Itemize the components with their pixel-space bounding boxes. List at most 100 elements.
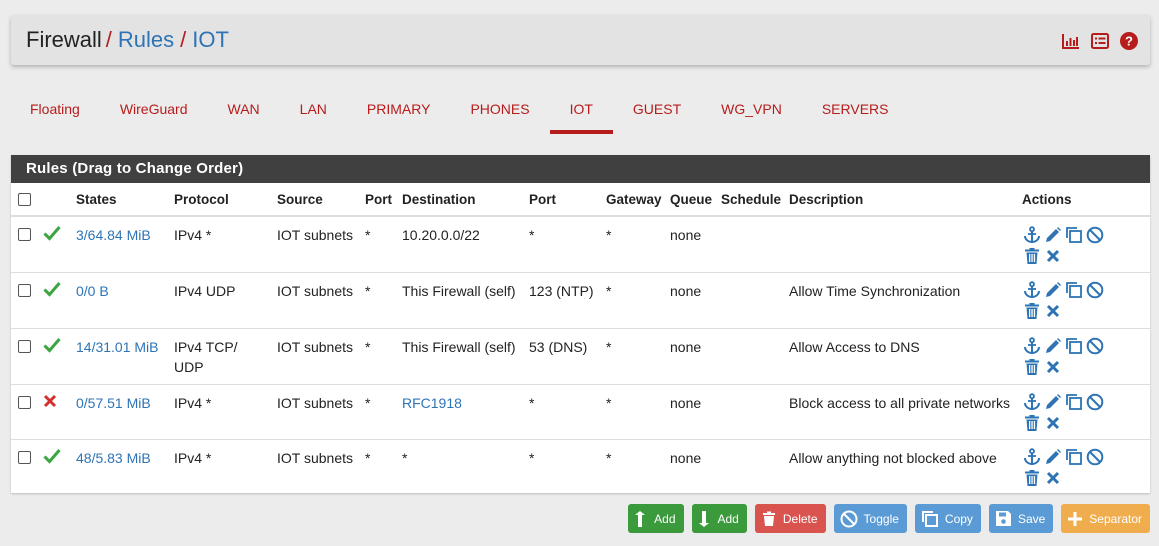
rule-states[interactable]: 3/64.84 MiB [76,227,151,243]
rule-states[interactable]: 14/31.01 MiB [76,339,159,355]
kill-states-x-icon[interactable] [1043,302,1062,321]
rule-actions [1022,337,1122,377]
edit-pencil-icon[interactable] [1043,337,1062,356]
anchor-icon[interactable] [1022,281,1041,300]
edit-pencil-icon[interactable] [1043,448,1062,467]
rule-checkbox[interactable] [18,450,31,464]
arrow-up-icon [635,510,646,527]
copy-icon[interactable] [1064,281,1083,300]
save-button[interactable]: Save [988,504,1054,533]
rule-source: IOT subnets [273,438,361,495]
copy-button[interactable]: Copy [914,504,981,533]
rule-description: Allow anything not blocked above [785,438,1019,495]
anchor-icon[interactable] [1022,393,1041,412]
tab-lan[interactable]: LAN [280,92,347,134]
rule-states[interactable]: 0/57.51 MiB [76,395,151,411]
disable-ban-icon[interactable] [1085,393,1104,412]
breadcrumb-iot[interactable]: IOT [192,27,229,53]
anchor-icon[interactable] [1022,448,1041,467]
rule-protocol: IPv4 * [170,438,273,495]
block-x-icon[interactable] [43,394,57,411]
ban-icon [840,510,858,527]
anchor-icon[interactable] [1022,337,1041,356]
rule-protocol: IPv4 * [170,383,273,439]
pass-check-icon[interactable] [43,337,61,356]
rule-states[interactable]: 48/5.83 MiB [76,450,151,466]
tab-iot[interactable]: IOT [549,92,614,134]
chart-icon[interactable] [1061,31,1080,50]
tab-wan[interactable]: WAN [208,92,280,134]
breadcrumb-firewall: Firewall [26,27,102,52]
rule-checkbox[interactable] [18,339,31,353]
rule-row[interactable]: 3/64.84 MiB IPv4 * IOT subnets * 10.20.0.0/2… [11,216,1150,272]
tab-floating[interactable]: Floating [10,92,100,134]
tab-wg-vpn[interactable]: WG_VPN [701,92,802,134]
interface-tabs: Floating WireGuard WAN LAN PRIMARY PHONE… [10,92,909,134]
pass-check-icon[interactable] [43,226,61,244]
breadcrumb-rules[interactable]: Rules [118,27,174,53]
delete-label: Delete [782,511,818,526]
col-protocol: Protocol [170,183,273,217]
copy-label: Copy [944,511,973,526]
button-bar: Add Add Delete Toggle Copy Save Separato… [628,504,1150,533]
rule-schedule [717,383,786,439]
delete-trash-icon[interactable] [1022,302,1041,321]
copy-icon[interactable] [1064,337,1083,356]
copy-icon[interactable] [1064,225,1083,244]
rule-row[interactable]: 0/57.51 MiB IPv4 * IOT subnets * RFC1918 * * no… [11,383,1150,439]
rule-checkbox[interactable] [18,283,31,297]
rule-row[interactable]: 48/5.83 MiB IPv4 * IOT subnets * * * * none Allo… [11,438,1150,495]
rule-checkbox[interactable] [18,395,31,409]
delete-trash-icon[interactable] [1022,469,1041,488]
kill-states-x-icon[interactable] [1043,414,1062,433]
copy-icon[interactable] [1064,393,1083,412]
add-top-button[interactable]: Add [628,504,684,533]
rule-row[interactable]: 14/31.01 MiB IPv4 TCP/ UDP IOT subnets * Thi… [11,327,1150,384]
rule-gateway: * [602,327,666,384]
disable-ban-icon[interactable] [1085,448,1104,467]
panel-title: Rules (Drag to Change Order) [11,155,1150,183]
tab-phones[interactable]: PHONES [450,92,549,134]
rule-checkbox[interactable] [18,228,31,241]
help-icon[interactable]: ? [1119,31,1138,50]
rule-description: Block access to all private networks [785,383,1019,439]
tab-primary[interactable]: PRIMARY [347,92,451,134]
disable-ban-icon[interactable] [1085,337,1104,356]
pass-check-icon[interactable] [43,281,61,300]
rule-source: IOT subnets [273,271,361,328]
rule-states[interactable]: 0/0 B [76,283,109,299]
list-icon[interactable] [1090,31,1109,50]
delete-trash-icon[interactable] [1022,246,1041,265]
kill-states-x-icon[interactable] [1043,469,1062,488]
edit-pencil-icon[interactable] [1043,281,1062,300]
disable-ban-icon[interactable] [1085,281,1104,300]
rule-schedule [717,271,786,328]
rule-row[interactable]: 0/0 B IPv4 UDP IOT subnets * This Firewall (… [11,271,1150,328]
add-bottom-button[interactable]: Add [691,504,747,533]
copy-icon[interactable] [1064,448,1083,467]
separator-button[interactable]: Separator [1061,504,1150,533]
edit-pencil-icon[interactable] [1043,393,1062,412]
rule-source-port: * [361,383,398,439]
tab-servers[interactable]: SERVERS [802,92,909,134]
delete-trash-icon[interactable] [1022,414,1041,433]
tab-wireguard[interactable]: WireGuard [100,92,208,134]
delete-button[interactable]: Delete [754,504,826,533]
rule-queue: none [666,271,717,328]
rule-dest-port: 53 (DNS) [525,327,602,384]
toggle-button[interactable]: Toggle [833,504,907,533]
rule-actions [1022,393,1122,433]
kill-states-x-icon[interactable] [1043,358,1062,377]
col-source: Source [273,183,361,217]
edit-pencil-icon[interactable] [1043,225,1062,244]
disable-ban-icon[interactable] [1085,225,1104,244]
anchor-icon[interactable] [1022,225,1041,244]
select-all-checkbox[interactable] [18,193,31,207]
svg-text:?: ? [1125,33,1133,48]
pass-check-icon[interactable] [43,448,61,467]
delete-trash-icon[interactable] [1022,358,1041,377]
breadcrumb-separator: / [105,27,112,52]
kill-states-x-icon[interactable] [1043,246,1062,265]
rule-destination[interactable]: RFC1918 [402,395,462,411]
tab-guest[interactable]: GUEST [613,92,701,134]
